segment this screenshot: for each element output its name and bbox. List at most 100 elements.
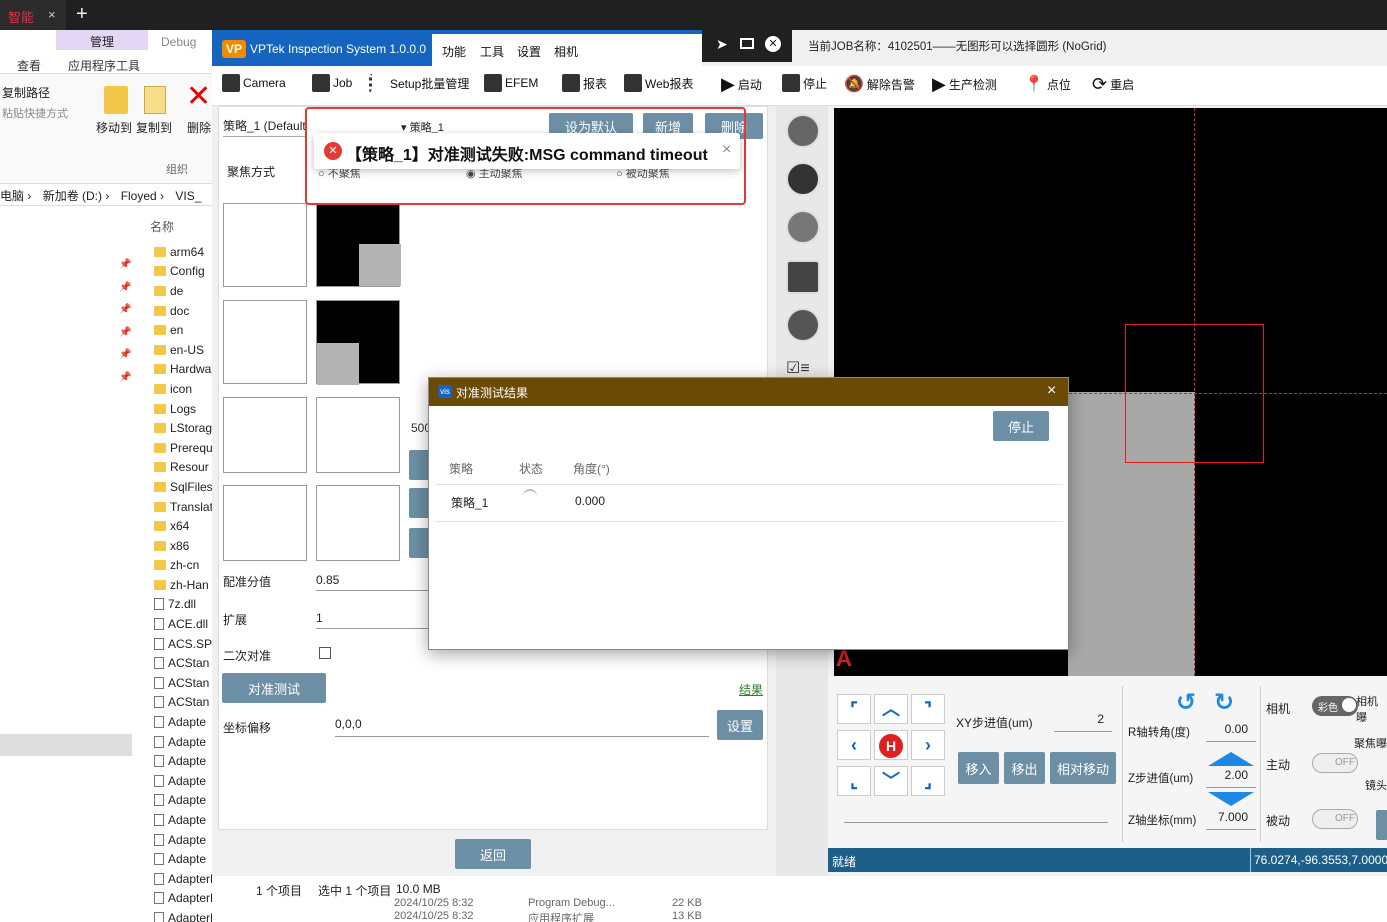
settings-list-icon[interactable] [786, 210, 820, 244]
file-item[interactable]: ACStan [140, 673, 212, 693]
folder-item[interactable]: Logs [140, 399, 212, 419]
template-thumb[interactable] [223, 485, 307, 561]
folder-item[interactable]: de [140, 281, 212, 301]
new-tab-icon[interactable]: + [76, 3, 88, 26]
move-out-button[interactable]: 移出 [1004, 752, 1045, 784]
expand-input[interactable]: 1 [316, 611, 429, 629]
relative-move-button[interactable]: 相对移动 [1050, 752, 1116, 784]
toolbar-restart[interactable]: ⟳ 重启 [1092, 74, 1134, 95]
right-icon[interactable]: › [911, 730, 945, 760]
image-icon[interactable] [786, 308, 820, 342]
secondary-align-checkbox[interactable] [319, 647, 331, 659]
file-item[interactable]: Adapte [140, 771, 212, 791]
xy-step-input[interactable]: 2 [1054, 712, 1112, 732]
toolbar-web-report[interactable]: Web报表 [624, 74, 693, 92]
stop-button[interactable]: 停止 [993, 411, 1049, 441]
passive-focus-toggle[interactable]: OFF [1312, 809, 1358, 829]
file-item[interactable]: Adapte [140, 751, 212, 771]
toolbar-clear-alarm[interactable]: 🔕 解除告警 [844, 74, 915, 94]
tab-view[interactable]: 查看 [17, 57, 41, 74]
breadcrumb-item[interactable]: 电脑 [0, 189, 24, 203]
file-item[interactable]: ACE.dll [140, 614, 212, 634]
z-step-input[interactable]: 2.00 [1206, 768, 1256, 788]
menu-settings[interactable]: 设置 [517, 43, 541, 60]
match-score-input[interactable]: 0.85 [316, 573, 429, 591]
file-list[interactable]: 名称 arm64 Config de doc en en-US Hardwa icon Logs… [140, 206, 212, 922]
snapshot-camera-icon[interactable] [786, 114, 820, 148]
template-image[interactable] [316, 300, 400, 385]
delete-button[interactable]: 删除 [187, 119, 211, 136]
left-icon[interactable]: ‹ [837, 730, 871, 760]
file-item[interactable]: Adapte [140, 712, 212, 732]
ruler-icon[interactable] [786, 260, 820, 294]
restore-icon[interactable] [740, 38, 754, 49]
z-up-icon[interactable] [1208, 752, 1254, 766]
radio-passive-focus[interactable]: ○ 被动聚焦 [616, 169, 670, 179]
folder-item[interactable]: zh-Han [140, 575, 212, 595]
folder-item[interactable]: en-US [140, 340, 212, 360]
toolbar-efem[interactable]: EFEM [484, 74, 538, 92]
table-row[interactable]: 策略_1 0.000 [435, 484, 1063, 522]
toolbar-report[interactable]: 报表 [562, 74, 607, 92]
color-toggle[interactable]: 彩色 [1312, 696, 1358, 716]
navigation-pane[interactable]: 📌 📌 📌 📌 📌 📌 [0, 206, 140, 922]
folder-item[interactable]: LStorag [140, 418, 212, 438]
rotate-ccw-icon[interactable]: ↺ [1176, 688, 1196, 717]
home-button[interactable]: H [874, 730, 908, 760]
side-button[interactable] [1376, 810, 1387, 840]
menu-tools[interactable]: 工具 [480, 43, 504, 60]
folder-item[interactable]: doc [140, 301, 212, 321]
breadcrumb-item[interactable]: 新加卷 (D:) [43, 189, 102, 203]
file-item[interactable]: ACS.SPi [140, 634, 212, 654]
radio-active-focus[interactable]: ◉ 主动聚焦 [466, 169, 523, 179]
active-focus-toggle[interactable]: OFF [1312, 753, 1358, 773]
tab-debug[interactable]: Debug [161, 35, 196, 49]
file-item[interactable]: ACStan [140, 653, 212, 673]
folder-item[interactable]: Config [140, 262, 212, 282]
toolbar-point[interactable]: 📍 点位 [1024, 74, 1071, 94]
send-icon[interactable]: ➤ [716, 36, 728, 53]
move-to-button[interactable]: 移动到 [96, 119, 132, 136]
folder-item[interactable]: icon [140, 379, 212, 399]
file-item[interactable]: Adapte [140, 810, 212, 830]
down-right-icon[interactable]: ⌟ [911, 766, 945, 796]
z-coord-input[interactable]: 7.000 [1206, 810, 1256, 830]
up-right-icon[interactable]: ⌝ [911, 694, 945, 724]
browser-tab[interactable]: 智能 × [0, 0, 66, 30]
z-down-icon[interactable] [1208, 792, 1254, 806]
tab-manage[interactable]: 管理 [56, 30, 148, 50]
down-left-icon[interactable]: ⌞ [837, 766, 871, 796]
nav-selected-item[interactable] [0, 734, 132, 756]
checklist-icon[interactable]: ☑≡ [786, 358, 810, 378]
file-item[interactable]: AdapterMap.ThreeD.dll [140, 908, 212, 922]
file-item[interactable]: Adapte [140, 830, 212, 850]
folder-item[interactable]: SqlFiles [140, 477, 212, 497]
template-image[interactable] [316, 203, 401, 287]
copy-to-button[interactable]: 复制到 [136, 119, 172, 136]
file-item[interactable]: AdapterMap.subEFSI.pdb [140, 889, 212, 909]
file-item[interactable]: 7z.dll [140, 595, 212, 615]
folder-item[interactable]: x86 [140, 536, 212, 556]
breadcrumb-item[interactable]: Floyed [121, 189, 157, 203]
up-icon[interactable]: ︿ [874, 694, 908, 724]
roi-box[interactable] [1125, 324, 1264, 463]
back-button[interactable]: 返回 [455, 839, 531, 869]
folder-item[interactable]: x64 [140, 516, 212, 536]
toolbar-production[interactable]: ▶ 生产检测 [932, 74, 997, 95]
column-header-name[interactable]: 名称 [140, 206, 212, 235]
menu-function[interactable]: 功能 [442, 43, 466, 60]
file-item[interactable]: AdapterMap. [140, 869, 212, 889]
file-item[interactable]: Adapte [140, 791, 212, 811]
breadcrumb[interactable]: 电脑 › 新加卷 (D:) › Floyed › VIS_ [0, 184, 212, 206]
strategy-select[interactable]: 策略_1 (Default [223, 117, 307, 137]
radio-no-focus[interactable]: ○ 不聚焦 [318, 169, 361, 179]
copy-path-button[interactable]: 复制路径 [2, 84, 50, 101]
r-angle-input[interactable]: 0.00 [1206, 722, 1256, 742]
close-tab-icon[interactable]: × [48, 7, 56, 23]
toolbar-stop[interactable]: 停止 [782, 74, 827, 92]
down-icon[interactable]: ﹀ [874, 766, 908, 796]
close-icon[interactable]: ✕ [765, 36, 781, 52]
paste-shortcut-button[interactable]: 粘贴快捷方式 [2, 105, 68, 121]
menu-camera[interactable]: 相机 [554, 43, 578, 60]
toolbar-camera[interactable]: Camera [222, 74, 286, 92]
